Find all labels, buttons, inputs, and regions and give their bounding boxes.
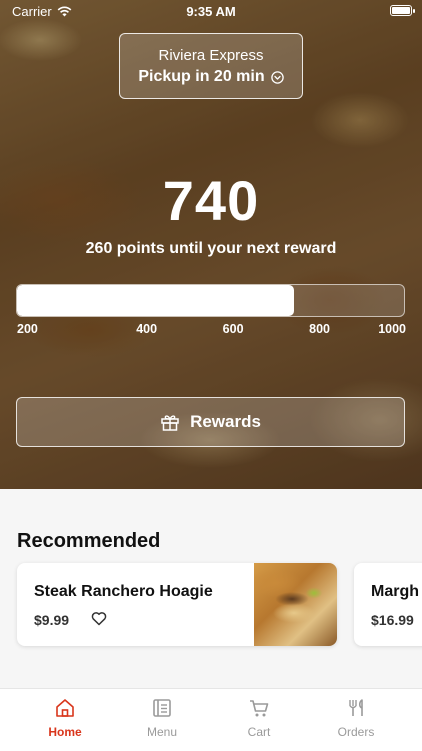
- tick-label: 400: [136, 322, 158, 336]
- points-balance: 740: [162, 169, 260, 232]
- points-progress-bar: [16, 284, 405, 317]
- store-selector[interactable]: Riviera Express Pickup in 20 min: [119, 33, 303, 99]
- tab-cart[interactable]: Cart: [219, 697, 299, 739]
- tab-menu[interactable]: Menu: [122, 697, 202, 739]
- status-bar: Carrier 9:35 AM: [0, 0, 422, 24]
- orders-icon: [349, 699, 363, 716]
- tab-label: Orders: [337, 725, 375, 739]
- heart-icon[interactable]: [91, 611, 107, 626]
- points-progress-fill: [17, 285, 294, 316]
- tick-label: 200: [17, 322, 38, 336]
- item-price: $16.99: [371, 612, 414, 628]
- cart-icon: [250, 700, 269, 717]
- tab-home[interactable]: Home: [25, 697, 105, 739]
- battery-icon: [390, 5, 415, 16]
- points-until-reward: 260 points until your next reward: [85, 240, 337, 257]
- status-time: 9:35 AM: [186, 4, 236, 19]
- chevron-down-circle-icon: [270, 70, 284, 84]
- tab-label: Cart: [247, 725, 271, 739]
- recommended-item-card[interactable]: Margh $16.99: [354, 563, 422, 646]
- store-name: Riviera Express: [158, 47, 264, 64]
- item-image: [254, 563, 337, 646]
- item-name: Steak Ranchero Hoagie: [34, 583, 213, 600]
- recommended-title: Recommended: [17, 530, 161, 552]
- tab-label: Home: [48, 725, 82, 739]
- home-icon: [56, 699, 74, 717]
- item-price: $9.99: [34, 612, 70, 628]
- tick-label: 1000: [378, 322, 406, 336]
- tab-bar: Home Menu Cart Orders: [0, 688, 422, 751]
- menu-icon: [153, 699, 171, 717]
- tick-label: 800: [309, 322, 330, 336]
- gift-icon: [161, 415, 179, 431]
- recommended-item-card[interactable]: Steak Ranchero Hoagie $9.99: [17, 563, 337, 646]
- rewards-button-label: Rewards: [190, 412, 261, 431]
- tab-label: Menu: [146, 725, 178, 739]
- tab-orders[interactable]: Orders: [316, 697, 396, 739]
- rewards-button[interactable]: Rewards: [16, 397, 405, 447]
- pickup-time: Pickup in 20 min: [120, 68, 302, 86]
- tick-label: 600: [222, 322, 244, 336]
- item-name: Margh: [371, 583, 419, 600]
- pickup-label: Pickup in 20 min: [138, 68, 265, 85]
